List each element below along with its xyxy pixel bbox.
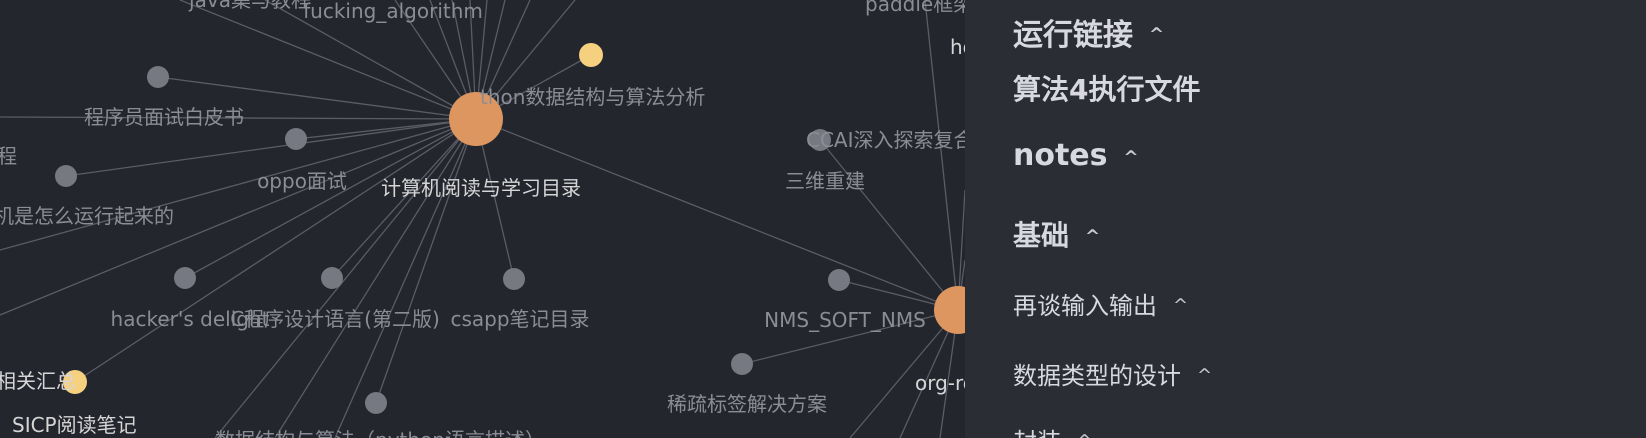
graph-node-interview[interactable] — [147, 66, 169, 88]
outline-heading-label: 再谈输入输出 — [1013, 292, 1157, 320]
node-label-ds-python: 数据结构与算法（python语言描述） — [215, 428, 545, 438]
node-label-3d-recon: 三维重建 — [785, 169, 865, 193]
graph-edge — [274, 118, 477, 438]
outline-heading-label: 算法4执行文件 — [1013, 73, 1201, 106]
node-label-summary: 相关汇总 — [0, 369, 76, 393]
node-label-computer-run: 机是怎么运行起来的 — [0, 204, 174, 228]
node-label-org: org-ro — [915, 371, 965, 395]
caret-up-icon[interactable]: ^ — [1197, 365, 1212, 386]
graph-view[interactable]: java集与教程 fucking_algorithm thon数据结构与算法分析… — [0, 0, 965, 438]
outline-heading-basics[interactable]: 基础 ^ — [1013, 214, 1100, 254]
node-label-oppo: oppo面试 — [257, 169, 347, 193]
caret-up-icon[interactable]: ^ — [1085, 226, 1100, 247]
graph-node-csapp[interactable] — [503, 268, 525, 290]
node-label-sparse: 稀疏标签解决方案 — [667, 392, 827, 416]
graph-node-python[interactable] — [579, 43, 603, 67]
outline-heading-datatype-design[interactable]: 数据类型的设计 ^ — [1013, 356, 1212, 391]
node-label-python: thon数据结构与算法分析 — [480, 85, 706, 109]
outline-heading-label: 封装 — [1013, 422, 1061, 438]
outline-heading-encapsulation[interactable]: 封装 ^ — [1013, 422, 1092, 438]
graph-node-oppo[interactable] — [285, 128, 307, 150]
outline-heading-label: 数据类型的设计 — [1013, 362, 1181, 390]
graph-edge — [74, 118, 477, 383]
node-label-cheng: 程 — [0, 144, 17, 168]
node-label-c-lang: C程序设计语言(第二版) — [230, 307, 440, 331]
outline-heading-run-links[interactable]: 运行链接 ^ — [1013, 10, 1164, 54]
graph-node-org[interactable] — [934, 286, 965, 334]
graph-edge — [214, 118, 477, 438]
node-label-nms: NMS_SOFT_NMS — [764, 308, 926, 332]
outline-heading-io[interactable]: 再谈输入输出 ^ — [1013, 286, 1188, 321]
graph-edge — [334, 118, 477, 438]
caret-up-icon[interactable]: ^ — [1077, 431, 1092, 438]
caret-up-icon[interactable]: ^ — [1124, 147, 1139, 168]
node-label-fucking-algorithm: fucking_algorithm — [303, 0, 483, 23]
outline-panel: 运行链接 ^ 算法4执行文件 notes ^ 基础 ^ 再谈输入输出 ^ 数据类… — [965, 0, 1646, 438]
graph-node-ds_py[interactable] — [365, 392, 387, 414]
node-label-ccai: CCAI深入探索复合 — [806, 128, 965, 152]
node-label-interview: 程序员面试白皮书 — [84, 105, 244, 129]
caret-up-icon[interactable]: ^ — [1149, 24, 1164, 45]
outline-heading-algo4-exec[interactable]: 算法4执行文件 — [1013, 68, 1200, 108]
node-label-center: 计算机阅读与学习目录 — [381, 176, 581, 200]
caret-up-icon[interactable]: ^ — [1173, 295, 1188, 316]
graph-edge — [375, 118, 477, 404]
graph-node-c_lang[interactable] — [321, 267, 343, 289]
outline-heading-label: 基础 — [1013, 219, 1070, 252]
graph-node-nms[interactable] — [828, 269, 850, 291]
outline-heading-label: notes — [1013, 138, 1108, 173]
node-label-paddle: paddle框架 — [865, 0, 965, 16]
outline-heading-notes[interactable]: notes ^ — [1013, 138, 1139, 173]
graph-node-cheng[interactable] — [55, 165, 77, 187]
node-label-ho: ho — [950, 35, 965, 59]
node-label-java: java集与教程 — [189, 0, 311, 12]
graph-node-hackers[interactable] — [174, 267, 196, 289]
graph-node-sparse[interactable] — [731, 353, 753, 375]
node-label-sicp: SICP阅读笔记 — [12, 413, 137, 437]
node-label-csapp: csapp笔记目录 — [450, 307, 590, 331]
outline-heading-label: 运行链接 — [1013, 18, 1133, 53]
